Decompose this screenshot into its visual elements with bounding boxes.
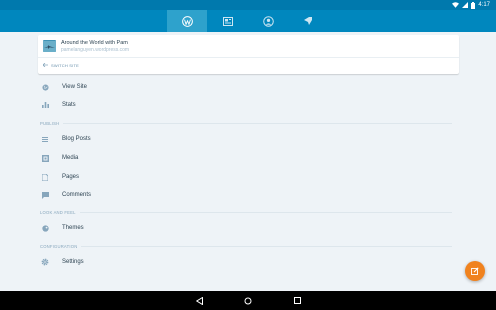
reader-icon	[223, 16, 233, 26]
site-title: Around the World with Pam	[61, 40, 128, 46]
tab-reader[interactable]	[208, 10, 248, 32]
menu-label-stats: Stats	[62, 102, 76, 108]
compose-fab[interactable]	[465, 261, 485, 281]
switch-site-button[interactable]: SWITCH SITE	[43, 61, 79, 69]
signal-icon	[462, 2, 469, 8]
menu-item-blog-posts[interactable]: Blog Posts	[38, 133, 418, 145]
globe-icon	[41, 83, 49, 91]
home-button[interactable]	[242, 295, 254, 306]
site-url[interactable]: pamelanguyen.wordpress.com	[61, 47, 129, 53]
tab-my-sites[interactable]	[167, 10, 207, 32]
system-nav-bar	[0, 291, 496, 310]
menu-item-stats[interactable]: Stats	[38, 99, 418, 111]
comments-icon	[41, 191, 49, 199]
posts-icon	[42, 136, 48, 142]
menu-item-themes[interactable]: Themes	[38, 222, 418, 234]
site-card[interactable]: Around the World with Pam pamelanguyen.w…	[38, 35, 459, 74]
back-button[interactable]	[193, 295, 205, 306]
recents-button[interactable]	[291, 295, 303, 306]
tab-notifications[interactable]	[288, 10, 328, 32]
section-header-configuration: CONFIGURATION	[40, 243, 452, 249]
card-divider	[38, 57, 459, 58]
tab-me[interactable]	[248, 10, 288, 32]
menu-item-media[interactable]: Media	[38, 152, 418, 164]
media-icon	[41, 154, 49, 162]
me-icon	[262, 15, 274, 27]
menu-item-view-site[interactable]: View Site	[38, 81, 418, 93]
menu-label-comments: Comments	[62, 192, 92, 198]
menu-label-pages: Pages	[62, 174, 80, 180]
menu-label-view-site: View Site	[62, 84, 87, 90]
section-divider	[63, 122, 452, 124]
gear-icon	[41, 258, 49, 266]
menu-item-settings[interactable]: Settings	[38, 256, 418, 268]
pages-icon	[42, 173, 48, 181]
switch-site-label: SWITCH SITE	[51, 62, 79, 68]
section-header-look-and-feel: LOOK AND FEEL	[40, 209, 452, 215]
notifications-icon	[304, 17, 312, 25]
compose-icon	[471, 267, 479, 275]
menu-item-comments[interactable]: Comments	[38, 189, 418, 201]
section-divider	[81, 245, 452, 247]
stats-icon	[41, 102, 49, 108]
section-header-publish: PUBLISH	[40, 120, 452, 126]
battery-icon	[471, 1, 476, 9]
back-icon	[195, 296, 203, 305]
menu-label-settings: Settings	[62, 259, 84, 265]
section-label-look-and-feel: LOOK AND FEEL	[40, 209, 76, 215]
menu-label-media: Media	[62, 155, 79, 161]
section-label-configuration: CONFIGURATION	[40, 243, 78, 249]
menu-item-pages[interactable]: Pages	[38, 171, 418, 183]
menu-label-themes: Themes	[62, 225, 84, 231]
wifi-icon	[452, 2, 460, 8]
status-bar: 4:17	[0, 0, 496, 10]
themes-icon	[41, 224, 49, 232]
menu-label-blog-posts: Blog Posts	[62, 136, 91, 142]
arrow-left-icon	[43, 63, 48, 67]
tab-bar	[0, 10, 496, 32]
recents-icon	[293, 297, 301, 304]
section-label-publish: PUBLISH	[40, 120, 60, 126]
status-time: 4:17	[478, 2, 490, 8]
section-divider	[79, 211, 452, 213]
status-icons: 4:17	[452, 1, 490, 9]
wordpress-icon	[181, 15, 193, 27]
home-icon	[244, 297, 252, 304]
site-thumbnail	[43, 40, 56, 52]
